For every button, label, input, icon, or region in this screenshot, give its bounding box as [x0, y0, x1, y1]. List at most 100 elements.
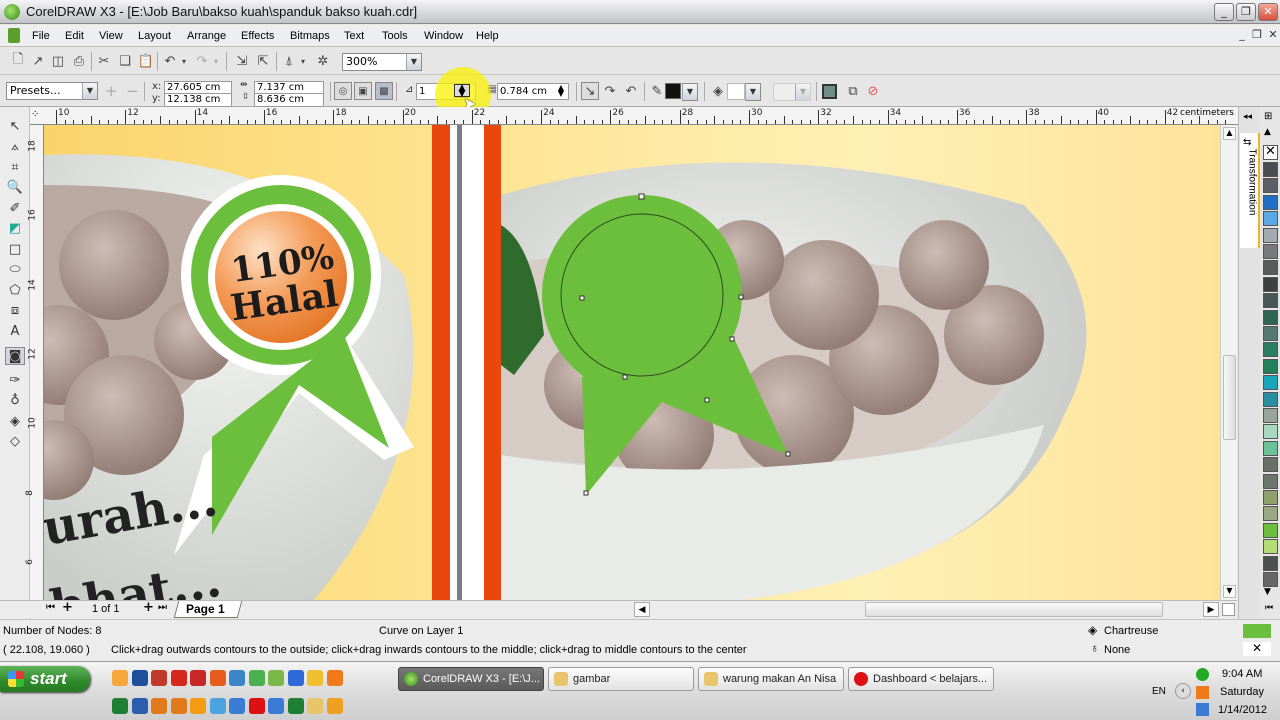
task-gambar[interactable]: gambar: [548, 667, 694, 691]
quick-launch-icon[interactable]: [268, 670, 284, 686]
ellipse-tool-icon[interactable]: ⬭: [5, 260, 25, 278]
menu-tools[interactable]: Tools: [382, 30, 408, 42]
palette-swatch[interactable]: [1263, 440, 1278, 456]
outside-contour-icon[interactable]: ▩: [375, 82, 393, 100]
palette-swatch[interactable]: [1263, 309, 1278, 325]
quick-launch-icon[interactable]: [287, 670, 304, 686]
scroll-up-button[interactable]: ▲: [1223, 127, 1236, 140]
inside-contour-icon[interactable]: ▣: [354, 82, 372, 100]
menu-arrange[interactable]: Arrange: [187, 30, 226, 42]
paste-icon[interactable]: 📋: [137, 52, 155, 70]
quick-launch-icon[interactable]: [131, 670, 148, 686]
basic-shapes-tool-icon[interactable]: ⧈: [5, 301, 25, 319]
page-tab[interactable]: Page 1: [186, 602, 225, 616]
palette-menu-icon[interactable]: ⊞: [1264, 111, 1272, 122]
palette-swatch[interactable]: [1263, 555, 1278, 571]
copy-icon[interactable]: ❏: [116, 52, 134, 70]
eyedropper-tool-icon[interactable]: ✑: [5, 371, 25, 389]
quick-launch-icon[interactable]: [326, 698, 343, 714]
task-coreldraw[interactable]: CorelDRAW X3 - [E:\J...: [398, 667, 544, 691]
vertical-scroll-thumb[interactable]: [1223, 355, 1236, 440]
chevron-down-icon[interactable]: ▼: [745, 84, 760, 100]
chevron-down-icon[interactable]: ▼: [82, 83, 97, 99]
palette-swatch[interactable]: [1263, 244, 1278, 259]
close-button[interactable]: ✕: [1258, 3, 1278, 21]
scroll-right-button[interactable]: ▶: [1203, 602, 1219, 617]
shape-tool-icon[interactable]: ⟑: [5, 137, 25, 155]
quick-launch-icon[interactable]: [229, 670, 245, 686]
fill-tool-icon[interactable]: ◈: [5, 412, 25, 430]
quick-launch-icon[interactable]: [268, 698, 284, 714]
palette-swatch[interactable]: [1263, 506, 1278, 522]
menu-bitmaps[interactable]: Bitmaps: [290, 30, 330, 42]
palette-swatch[interactable]: [1263, 227, 1278, 243]
scroll-left-button[interactable]: ◀: [634, 602, 650, 617]
application-launcher-icon[interactable]: ⍋: [280, 52, 298, 70]
palette-swatch[interactable]: [1263, 375, 1278, 391]
tray-network-icon[interactable]: [1196, 668, 1209, 681]
palette-scroll-up-icon[interactable]: ▲: [1264, 127, 1271, 137]
first-page-button[interactable]: ⏮: [46, 602, 55, 613]
open-icon[interactable]: ↗: [29, 52, 47, 70]
remove-preset-icon[interactable]: −: [126, 82, 139, 100]
polygon-tool-icon[interactable]: ⬠: [5, 281, 25, 299]
pick-tool-icon[interactable]: ↖: [5, 117, 25, 135]
redo-dropdown-icon[interactable]: ▾: [211, 52, 221, 70]
freehand-tool-icon[interactable]: ✐: [5, 199, 25, 217]
quick-launch-icon[interactable]: [248, 670, 265, 686]
task-opera-dashboard[interactable]: Dashboard < belajars...: [848, 667, 994, 691]
cut-icon[interactable]: ✂: [95, 52, 113, 70]
palette-swatch[interactable]: [1263, 424, 1278, 440]
menu-edit[interactable]: Edit: [65, 30, 84, 42]
zoom-tool-icon[interactable]: 🔍: [5, 178, 25, 196]
palette-swatch[interactable]: [1263, 194, 1278, 210]
quick-launch-icon[interactable]: [151, 670, 167, 686]
language-indicator[interactable]: EN: [1152, 686, 1166, 697]
palette-swatch[interactable]: [1263, 162, 1278, 177]
palette-swatch[interactable]: [1263, 358, 1278, 374]
to-center-icon[interactable]: ◎: [334, 82, 352, 100]
object-acceleration-icon[interactable]: [822, 84, 837, 99]
fill-color-swatch[interactable]: [1243, 624, 1271, 638]
quick-launch-icon[interactable]: [326, 670, 343, 686]
no-fill-swatch[interactable]: ✕: [1263, 145, 1278, 160]
menu-window[interactable]: Window: [424, 30, 463, 42]
palette-swatch[interactable]: [1263, 260, 1278, 276]
outline-color-dropdown[interactable]: ▼: [682, 83, 698, 101]
add-preset-icon[interactable]: +: [105, 82, 118, 100]
palette-swatch[interactable]: [1263, 391, 1278, 407]
no-color-box[interactable]: [1222, 603, 1235, 616]
palette-swatch[interactable]: [1263, 293, 1278, 309]
save-icon[interactable]: ◫: [49, 52, 67, 70]
export-icon[interactable]: ⇱: [254, 52, 272, 70]
quick-launch-icon[interactable]: [190, 670, 206, 686]
outline-none-swatch[interactable]: ✕: [1243, 642, 1271, 656]
palette-end-icon[interactable]: ⏮: [1265, 603, 1273, 613]
last-page-button[interactable]: ⏭: [158, 602, 167, 613]
counterclockwise-contour-color-icon[interactable]: ↶: [622, 82, 640, 100]
scroll-down-button[interactable]: ▼: [1223, 585, 1236, 598]
quick-launch-icon[interactable]: [248, 698, 265, 714]
palette-swatch[interactable]: [1263, 522, 1278, 538]
fill-color-swatch[interactable]: [727, 83, 745, 100]
menu-text[interactable]: Text: [344, 30, 364, 42]
document-icon[interactable]: [8, 28, 20, 43]
quick-launch-icon[interactable]: [170, 698, 187, 714]
quick-launch-icon[interactable]: [307, 670, 323, 686]
crop-tool-icon[interactable]: ⌗: [5, 158, 25, 176]
tray-download-icon[interactable]: [1196, 686, 1209, 699]
quick-launch-icon[interactable]: [307, 698, 323, 714]
start-button[interactable]: start: [0, 666, 90, 692]
fill-end-color-dropdown[interactable]: ▼: [773, 83, 811, 101]
chevron-down-icon[interactable]: ▼: [406, 54, 421, 70]
corel-online-icon[interactable]: ✲: [314, 52, 332, 70]
palette-swatch[interactable]: [1263, 326, 1278, 341]
minimize-button[interactable]: _: [1214, 3, 1234, 21]
copy-contour-properties-icon[interactable]: ⧉: [844, 82, 862, 100]
add-page-after-button[interactable]: +: [143, 600, 154, 615]
zoom-level-select[interactable]: 300% ▼: [342, 53, 422, 71]
quick-launch-icon[interactable]: [229, 698, 245, 714]
doc-restore-button[interactable]: ❐: [1250, 28, 1264, 42]
palette-swatch[interactable]: [1263, 539, 1278, 555]
text-tool-icon[interactable]: A: [5, 322, 25, 340]
